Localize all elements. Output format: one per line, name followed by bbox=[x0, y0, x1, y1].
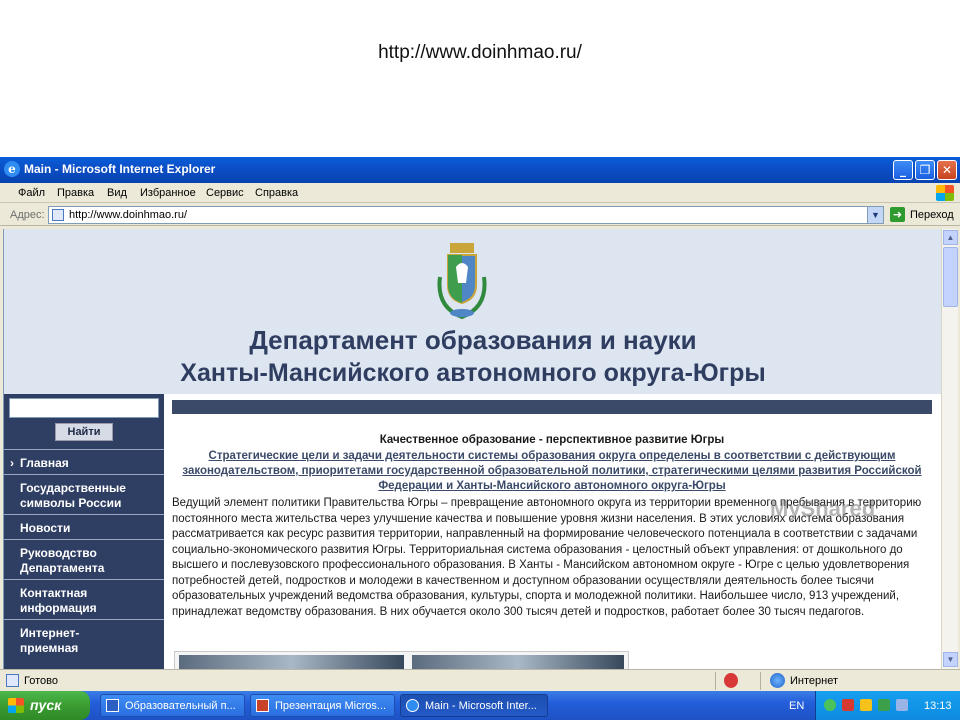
taskbar-item-word[interactable]: Образовательный п... bbox=[100, 694, 245, 717]
slide-url-caption: http://www.doinhmao.ru/ bbox=[378, 42, 582, 63]
nav-item-home[interactable]: › Главная bbox=[4, 449, 164, 474]
start-label: пуск bbox=[30, 697, 62, 713]
network-icon[interactable] bbox=[896, 699, 908, 711]
header-title-line1: Департамент образования и науки bbox=[249, 325, 697, 355]
content-title: Качественное образование - перспективное… bbox=[379, 434, 725, 446]
menu-file[interactable]: Файл bbox=[18, 187, 45, 199]
menu-help[interactable]: Справка bbox=[255, 187, 298, 199]
nav-label: Руководство Департамента bbox=[20, 546, 105, 575]
internet-zone-icon bbox=[770, 673, 785, 688]
taskbar-item-ie[interactable]: Main - Microsoft Inter... bbox=[400, 694, 548, 717]
status-divider bbox=[715, 672, 716, 690]
status-divider bbox=[760, 672, 761, 690]
coat-of-arms-icon bbox=[437, 243, 487, 320]
system-tray: 13:13 bbox=[815, 691, 960, 720]
security-icon bbox=[724, 673, 738, 688]
clock: 13:13 bbox=[924, 700, 952, 712]
address-field[interactable]: http://www.doinhmao.ru/ ▼ bbox=[48, 206, 884, 224]
nav-item-reception[interactable]: Интернет-приемная bbox=[4, 619, 164, 659]
nav-label: Главная bbox=[20, 456, 69, 470]
main-content: Качественное образование - перспективное… bbox=[172, 394, 932, 669]
nav-label: Контактная информация bbox=[20, 586, 97, 615]
page-viewport: Департамент образования и науки Ханты-Ма… bbox=[3, 229, 941, 669]
address-input[interactable]: http://www.doinhmao.ru/ bbox=[69, 209, 187, 221]
menu-view[interactable]: Вид bbox=[107, 187, 127, 199]
search-input[interactable] bbox=[9, 398, 159, 418]
status-bar: Готово Интернет bbox=[0, 669, 960, 691]
powerpoint-icon bbox=[256, 699, 269, 712]
ie-window: e Main - Microsoft Internet Explorer _ ❐… bbox=[0, 157, 960, 720]
content-divider-bar bbox=[172, 400, 932, 414]
photo-image bbox=[179, 655, 404, 669]
ie-icon bbox=[406, 699, 419, 712]
taskbar: пуск Образовательный п... Презентация Mi… bbox=[0, 691, 960, 720]
photo-image bbox=[412, 655, 624, 669]
nav-item-news[interactable]: Новости bbox=[4, 514, 164, 539]
search-button[interactable]: Найти bbox=[55, 423, 113, 441]
nav-item-symbols[interactable]: Государственные символы России bbox=[4, 474, 164, 514]
close-button[interactable]: ✕ bbox=[937, 160, 957, 180]
watermark: MyShared bbox=[770, 496, 876, 521]
status-ready: Готово bbox=[24, 675, 58, 687]
vertical-scrollbar[interactable]: ▲ ▼ bbox=[941, 229, 958, 669]
sidebar: Найти › Главная Государственные символы … bbox=[4, 394, 164, 669]
arrow-icon: › bbox=[10, 456, 14, 470]
windows-flag-icon bbox=[8, 698, 24, 713]
page-icon bbox=[52, 209, 64, 221]
go-arrow-icon[interactable]: ➜ bbox=[890, 207, 905, 222]
header-title-line2: Ханты-Мансийского автономного округа-Югр… bbox=[180, 359, 766, 387]
taskbar-item-powerpoint[interactable]: Презентация Micros... bbox=[250, 694, 395, 717]
nav-item-leadership[interactable]: Руководство Департамента bbox=[4, 539, 164, 579]
scroll-up-icon[interactable]: ▲ bbox=[943, 230, 958, 245]
ie-icon: e bbox=[4, 161, 20, 177]
nav-label: Интернет-приемная bbox=[20, 626, 80, 655]
start-button[interactable]: пуск bbox=[0, 691, 90, 720]
scroll-thumb[interactable] bbox=[943, 247, 958, 307]
windows-logo-icon bbox=[936, 185, 954, 201]
language-indicator[interactable]: EN bbox=[789, 700, 804, 712]
site-header: Департамент образования и науки Ханты-Ма… bbox=[4, 229, 941, 394]
task-label: Презентация Micros... bbox=[275, 700, 387, 712]
maximize-button[interactable]: ❐ bbox=[915, 160, 935, 180]
menu-bar: Файл Правка Вид Избранное Сервис Справка bbox=[0, 183, 960, 203]
title-bar[interactable]: e Main - Microsoft Internet Explorer _ ❐… bbox=[0, 157, 960, 183]
menu-favorites[interactable]: Избранное bbox=[140, 187, 196, 199]
tray-app-icon[interactable] bbox=[842, 699, 854, 711]
tray-app-icon[interactable] bbox=[860, 699, 872, 711]
status-zone: Интернет bbox=[790, 675, 838, 687]
task-label: Main - Microsoft Inter... bbox=[425, 700, 537, 712]
tray-app-icon[interactable] bbox=[878, 699, 890, 711]
strategy-link[interactable]: Стратегические цели и задачи деятельност… bbox=[172, 449, 932, 494]
nav-item-contacts[interactable]: Контактная информация bbox=[4, 579, 164, 619]
tray-app-icon[interactable] bbox=[824, 699, 836, 711]
nav-label: Новости bbox=[20, 521, 71, 535]
menu-edit[interactable]: Правка bbox=[57, 187, 94, 199]
address-label: Адрес: bbox=[10, 209, 45, 221]
scroll-down-icon[interactable]: ▼ bbox=[943, 652, 958, 667]
task-label: Образовательный п... bbox=[125, 700, 236, 712]
photo-strip bbox=[174, 651, 629, 669]
minimize-button[interactable]: _ bbox=[893, 160, 913, 180]
window-title: Main - Microsoft Internet Explorer bbox=[24, 162, 216, 176]
address-bar: Адрес: http://www.doinhmao.ru/ ▼ ➜ Перех… bbox=[0, 204, 960, 226]
chevron-down-icon[interactable]: ▼ bbox=[867, 207, 883, 223]
page-icon bbox=[6, 674, 19, 687]
menu-tools[interactable]: Сервис bbox=[206, 187, 244, 199]
nav-label: Государственные символы России bbox=[20, 481, 126, 510]
go-button[interactable]: Переход bbox=[910, 209, 954, 221]
word-icon bbox=[106, 699, 119, 712]
